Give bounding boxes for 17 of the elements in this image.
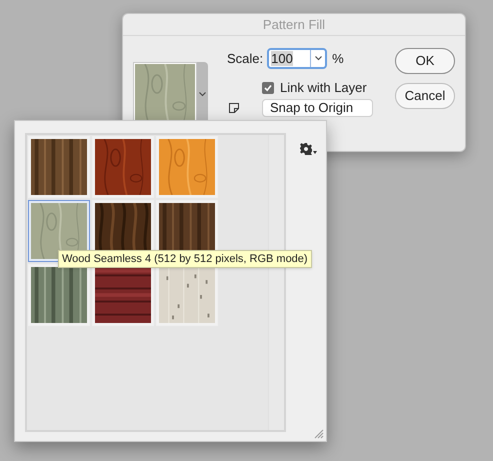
ok-button[interactable]: OK xyxy=(395,48,455,74)
settings-button[interactable] xyxy=(300,143,317,157)
scale-label: Scale: xyxy=(227,50,264,68)
chevron-icon xyxy=(314,56,322,61)
snap-to-origin-button[interactable]: Snap to Origin xyxy=(262,99,373,117)
scale-field[interactable]: 100 xyxy=(267,48,328,69)
pattern-swatch[interactable] xyxy=(28,200,90,262)
tooltip: Wood Seamless 4 (512 by 512 pixels, RGB mode) xyxy=(58,250,312,268)
window-title: Pattern Fill xyxy=(262,16,326,34)
gear-icon xyxy=(300,143,312,155)
document-icon[interactable] xyxy=(229,103,239,113)
cancel-button[interactable]: Cancel xyxy=(395,83,455,109)
resize-grip-icon[interactable] xyxy=(312,427,324,439)
unit-label: % xyxy=(332,50,344,68)
chevron-icon xyxy=(199,92,206,96)
checkmark-icon xyxy=(264,84,272,92)
link-with-layer-checkbox[interactable]: Link with Layer xyxy=(262,79,373,96)
